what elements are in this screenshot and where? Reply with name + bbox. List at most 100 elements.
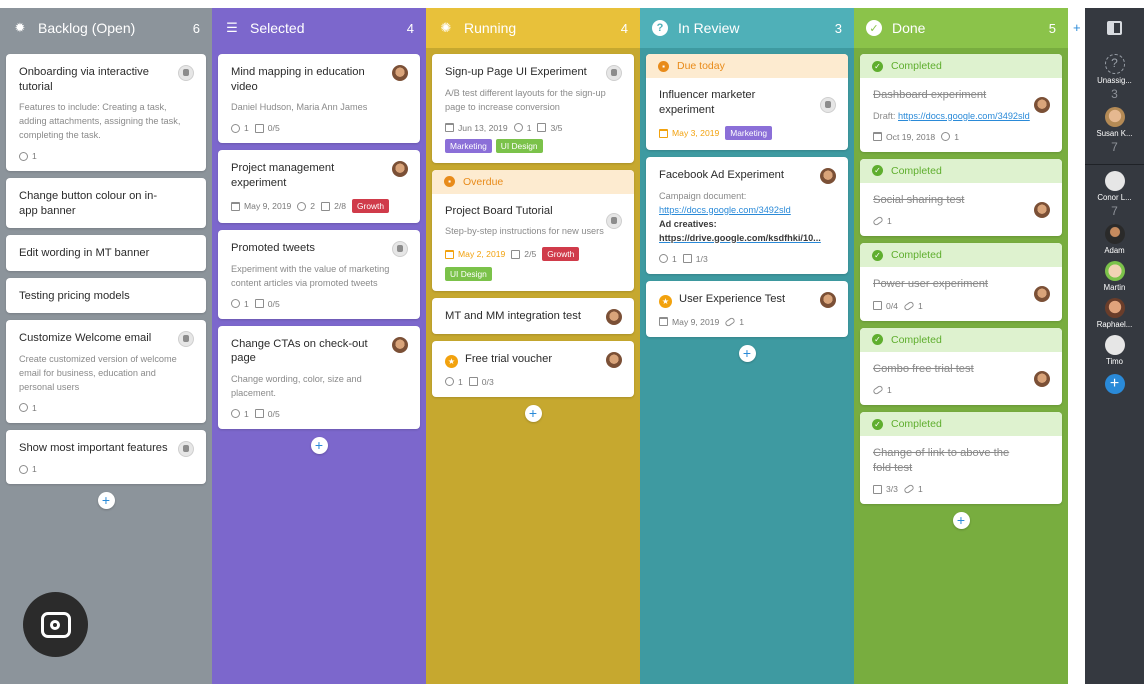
task-card[interactable]: Show most important features 1 (6, 429, 206, 484)
label-tag[interactable]: UI Design (445, 267, 492, 281)
sidebar-user[interactable]: Conor L... 7 (1085, 171, 1144, 218)
task-card[interactable]: ▪ Overdue Project Board Tutorial Step-by-st… (432, 169, 634, 291)
column-count: 3 (834, 20, 842, 36)
bulb-icon: ✹ (14, 20, 26, 35)
assignee-avatar[interactable] (178, 440, 194, 457)
task-card[interactable]: ✓ Completed Power user experiment 0/4 1 (860, 243, 1062, 321)
comment-icon (659, 254, 668, 263)
user-avatar (1104, 107, 1125, 127)
sidebar-user[interactable]: Adam (1085, 224, 1144, 255)
meta-value: 1 (954, 131, 959, 142)
task-card[interactable]: Facebook Ad Experiment Campaign document:… (646, 157, 848, 274)
calendar-icon (873, 132, 882, 141)
task-card[interactable]: ✓ Completed Dashboard experiment Draft: htt… (860, 54, 1062, 152)
panel-toggle-icon[interactable] (1107, 21, 1122, 35)
task-card[interactable]: Customize Welcome email Create customized… (6, 320, 206, 423)
assignee-avatar[interactable] (820, 291, 836, 308)
checklist-icon (254, 299, 264, 308)
doc-link[interactable]: https://docs.google.com/3492sld (898, 111, 1030, 121)
label-tag[interactable]: UI Design (495, 138, 543, 153)
task-card[interactable]: ✓ Completed Change of link to above the fo… (860, 412, 1062, 504)
card-title-text: Project management experiment (231, 162, 335, 189)
user-name: Adam (1104, 246, 1125, 255)
calendar-icon (659, 128, 668, 138)
sidebar-user[interactable]: ? Unassig... 3 (1085, 54, 1144, 101)
assignee-avatar[interactable] (392, 241, 408, 257)
card-meta: May 9, 2019 1 (659, 316, 836, 327)
assignee-avatar[interactable] (820, 168, 836, 184)
sidebar-user[interactable]: Susan K... 7 (1085, 107, 1144, 154)
label-tag[interactable]: Growth (542, 247, 580, 261)
sidebar-user[interactable]: Raphael... (1085, 298, 1144, 329)
column-title: Selected (250, 20, 305, 36)
completed-icon: ✓ (872, 165, 883, 176)
task-card[interactable]: Project management experiment May 9, 2019… (218, 150, 420, 223)
card-title: Change CTAs on check-out page (231, 337, 408, 366)
assignee-avatar[interactable] (606, 212, 622, 229)
task-card[interactable]: ✓ Completed Social sharing test 1 (860, 158, 1062, 236)
add-card-button[interactable]: + (952, 512, 970, 529)
meta-value: 1/3 (695, 253, 708, 264)
task-card[interactable]: Mind mapping in education video Daniel Hu… (218, 54, 420, 143)
task-card[interactable]: ✓ Completed Combo free trial test 1 (860, 327, 1062, 405)
assignee-avatar[interactable] (392, 336, 408, 353)
task-card[interactable]: Promoted tweets Experiment with the value… (218, 230, 420, 319)
card-title: Social sharing test (873, 193, 1050, 208)
assignee-avatar[interactable] (178, 331, 194, 347)
user-task-count: 7 (1111, 204, 1118, 218)
task-card[interactable]: Edit wording in MT banner (6, 235, 206, 271)
add-column-button[interactable]: + (1073, 20, 1081, 35)
task-card[interactable]: ★ User Experience Test May 9, 2019 1 (646, 280, 848, 337)
add-user-button[interactable]: + (1104, 374, 1125, 394)
task-card[interactable]: ★ Free trial voucher 1 0/3 (432, 340, 634, 397)
lens-camera-icon[interactable] (23, 592, 88, 657)
task-card[interactable]: Change CTAs on check-out page Change word… (218, 325, 420, 429)
comment-icon (19, 403, 28, 412)
assignee-avatar[interactable] (178, 65, 194, 81)
task-card[interactable]: Sign-up Page UI Experiment A/B test diffe… (432, 54, 634, 163)
add-card-button[interactable]: + (738, 344, 756, 362)
meta-value: 0/4 (886, 300, 898, 311)
task-card[interactable]: ▪ Due today Influencer marketer experiment… (646, 54, 848, 150)
sidebar-user[interactable]: Timo (1085, 335, 1144, 366)
label-tag[interactable]: Growth (352, 199, 390, 213)
meta-item: 1 (19, 464, 37, 474)
card-title-text: Customize Welcome email (19, 332, 152, 344)
assignee-avatar[interactable] (392, 65, 408, 81)
assignee-avatar[interactable] (606, 351, 622, 368)
task-card[interactable]: MT and MM integration test (432, 298, 634, 334)
assignee-avatar[interactable] (1034, 286, 1050, 302)
status-band: ✓ Completed (860, 158, 1062, 183)
card-list: ▪ Due today Influencer marketer experiment… (640, 48, 854, 362)
meta-value: 1 (244, 123, 249, 133)
card-title: Testing pricing models (19, 289, 194, 304)
task-card[interactable]: Onboarding via interactive tutorial Featu… (6, 54, 206, 171)
assignee-avatar[interactable] (392, 161, 408, 177)
card-meta: 1 0/5 (231, 409, 408, 419)
label-tag[interactable]: Marketing (725, 126, 773, 140)
add-card-button[interactable]: + (524, 404, 542, 422)
card-title-text: Change of link to above the fold test (873, 447, 1010, 474)
comment-icon (445, 377, 454, 386)
comment-icon (231, 299, 240, 308)
task-card[interactable]: Change button colour on in-app banner (6, 178, 206, 228)
card-title: Show most important features (19, 441, 194, 456)
doc-link[interactable]: https://drive.google.com/ksdfhki/10... (659, 233, 821, 243)
card-title: Change of link to above the fold test (873, 446, 1050, 475)
assignee-avatar[interactable] (1034, 201, 1050, 218)
assignee-avatar[interactable] (1034, 97, 1050, 113)
assignee-avatar[interactable] (606, 65, 622, 81)
assignee-avatar[interactable] (820, 97, 836, 113)
assignee-avatar[interactable] (1034, 370, 1050, 387)
task-card[interactable]: Testing pricing models (6, 277, 206, 313)
label-tag[interactable]: Marketing (445, 138, 492, 153)
card-title-text: Project Board Tutorial (445, 204, 553, 217)
card-meta: 0/4 1 (873, 300, 1050, 311)
assignee-avatar[interactable] (606, 309, 622, 325)
doc-link[interactable]: https://docs.google.com/3492sld (659, 205, 791, 215)
kanban-app: ✹ Backlog (Open) 6 Onboarding via interacti… (0, 0, 1144, 684)
user-avatar (1104, 335, 1125, 355)
add-card-button[interactable]: + (310, 436, 328, 454)
sidebar-user[interactable]: Martin (1085, 261, 1144, 292)
add-card-button[interactable]: + (97, 492, 115, 509)
